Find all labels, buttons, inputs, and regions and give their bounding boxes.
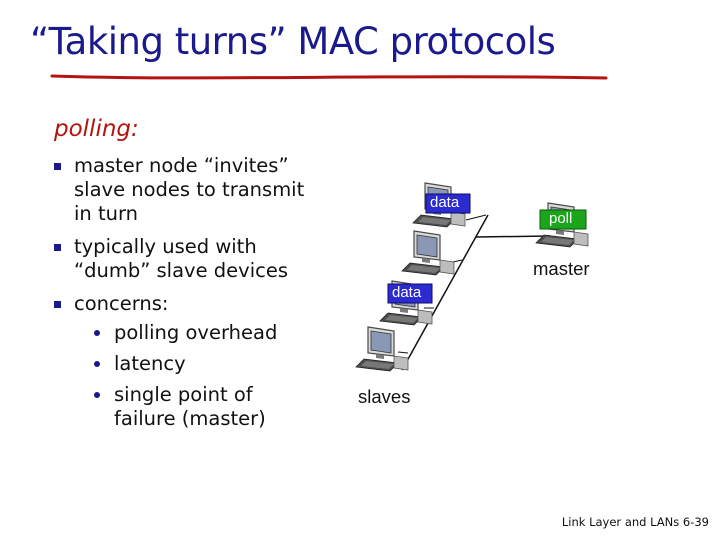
sub-bullet-item: single point of failure (master)	[74, 383, 314, 431]
title-underline	[50, 74, 608, 80]
slide-footer: Link Layer and LANs 6-39	[561, 515, 709, 529]
data-tag-1-label: data	[430, 194, 460, 211]
round-bullet-icon	[94, 361, 100, 367]
polling-heading: polling:	[54, 116, 139, 142]
bullet-text: concerns:	[74, 292, 169, 315]
slave-computer-icon	[401, 230, 455, 276]
sub-bullet-item: latency	[74, 352, 314, 376]
data-tag-2-label: data	[392, 284, 422, 301]
bullet-item: concerns: polling overhead latency singl…	[54, 292, 314, 431]
bullet-item: master node “invites” slave nodes to tra…	[54, 154, 314, 226]
bullet-text: master node “invites” slave nodes to tra…	[74, 154, 305, 225]
square-bullet-icon	[54, 244, 61, 251]
polling-diagram: data data poll master slaves	[350, 180, 650, 420]
poll-tag-label: poll	[549, 210, 573, 227]
square-bullet-icon	[54, 301, 61, 308]
sub-bullet-item: polling overhead	[74, 321, 314, 345]
sub-bullet-list: polling overhead latency single point of…	[74, 321, 314, 431]
sub-bullet-text: latency	[114, 352, 186, 375]
bullet-text: typically used with “dumb” slave devices	[74, 235, 288, 282]
sub-bullet-text: polling overhead	[114, 321, 278, 344]
bullet-item: typically used with “dumb” slave devices	[54, 235, 314, 283]
bullet-list: master node “invites” slave nodes to tra…	[54, 154, 314, 440]
slaves-label: slaves	[358, 386, 411, 407]
sub-bullet-text: single point of failure (master)	[114, 383, 266, 430]
round-bullet-icon	[94, 392, 100, 398]
round-bullet-icon	[94, 330, 100, 336]
slide-title: “Taking turns” MAC protocols	[30, 20, 556, 63]
master-label: master	[533, 258, 590, 279]
square-bullet-icon	[54, 163, 61, 170]
slave-computer-icon	[355, 326, 409, 372]
